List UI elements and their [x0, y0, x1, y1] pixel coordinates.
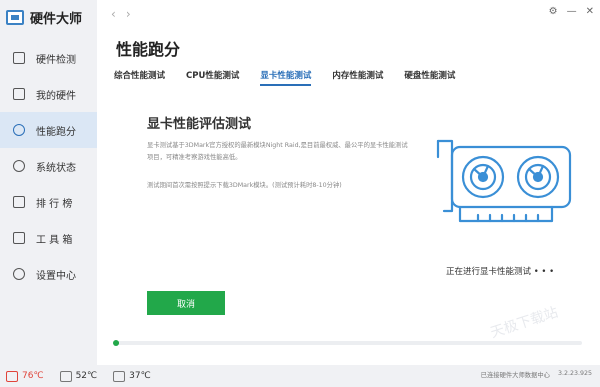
cpu-temperature: 76℃: [6, 370, 44, 382]
sidebar-item-label: 性能跑分: [36, 126, 76, 138]
history-nav: ‹ ›: [111, 7, 131, 21]
gpu-temperature: 52℃: [59, 370, 98, 382]
disk-temperature: 37℃: [113, 370, 151, 382]
minimize-icon[interactable]: —: [567, 6, 577, 17]
graphics-card-illustration: [436, 139, 572, 223]
tab-cpu[interactable]: CPU性能测试: [186, 69, 239, 86]
test-progress-bar: [113, 340, 582, 346]
card-icon: [13, 88, 25, 100]
forward-arrow-icon[interactable]: ›: [126, 7, 131, 21]
ranking-icon: [13, 196, 25, 208]
sidebar: 硬件大师 硬件检测 我的硬件 性能跑分 系统状态 排 行 榜 工 具 箱 设置中…: [0, 0, 97, 365]
app-logo-icon: [6, 10, 24, 25]
settings-icon[interactable]: ⚙: [549, 6, 558, 17]
sidebar-item-my-hardware[interactable]: 我的硬件: [0, 76, 97, 112]
tab-disk[interactable]: 硬盘性能测试: [404, 69, 455, 86]
version-label: 3.2.23.925: [557, 370, 592, 377]
cpu-temp-icon: [6, 370, 18, 382]
watermark: 天极下载站: [488, 304, 561, 342]
test-note: 测试期间首次需按照提示下载3DMark模块。(测试预计耗时8-10分钟): [147, 182, 342, 189]
sidebar-item-label: 工 具 箱: [36, 234, 73, 246]
app-title: 硬件大师: [30, 12, 83, 27]
test-title: 显卡性能评估测试: [147, 117, 252, 132]
page-title: 性能跑分: [116, 40, 181, 59]
sidebar-item-label: 我的硬件: [36, 90, 76, 102]
sidebar-item-benchmark[interactable]: 性能跑分: [0, 112, 97, 148]
progress-indicator: [113, 340, 119, 346]
disk-temp-value: 37℃: [129, 371, 151, 381]
window-controls: ⚙ — ✕: [549, 6, 594, 17]
connection-status: 已连接硬件大师数据中心: [480, 372, 550, 379]
footer-info: 已连接硬件大师数据中心 3.2.23.925: [481, 370, 592, 379]
toolbox-icon: [13, 232, 25, 244]
sidebar-item-hardware-detect[interactable]: 硬件检测: [0, 40, 97, 76]
disk-temp-icon: [113, 370, 126, 382]
benchmark-tabs: 综合性能测试 CPU性能测试 显卡性能测试 内存性能测试 硬盘性能测试: [114, 69, 476, 86]
tab-overall[interactable]: 综合性能测试: [114, 69, 165, 86]
sidebar-item-label: 硬件检测: [36, 54, 76, 66]
status-bar: 76℃ 52℃ 37℃ 已连接硬件大师数据中心 3.2.23.925: [0, 365, 600, 387]
test-status: 正在进行显卡性能测试 • • •: [446, 267, 555, 277]
app-logo: 硬件大师: [6, 8, 82, 27]
sidebar-item-system-status[interactable]: 系统状态: [0, 148, 97, 184]
sidebar-item-settings[interactable]: 设置中心: [0, 256, 97, 292]
gpu-temp-value: 52℃: [75, 371, 98, 381]
sidebar-item-toolbox[interactable]: 工 具 箱: [0, 220, 97, 256]
cpu-temp-value: 76℃: [22, 371, 44, 381]
gauge-icon: [13, 124, 25, 136]
gear-icon: [13, 268, 25, 280]
cancel-button[interactable]: 取消: [147, 291, 225, 315]
sidebar-item-label: 设置中心: [36, 270, 76, 282]
close-icon[interactable]: ✕: [586, 6, 594, 17]
tab-gpu[interactable]: 显卡性能测试: [260, 69, 312, 86]
sidebar-item-label: 排 行 榜: [36, 198, 73, 210]
sidebar-nav: 硬件检测 我的硬件 性能跑分 系统状态 排 行 榜 工 具 箱 设置中心: [0, 40, 97, 292]
test-description: 显卡测试基于3DMark官方授权的最新模块Night Raid,是目前最权威、最…: [147, 142, 408, 161]
gpu-temp-icon: [59, 370, 72, 382]
eye-icon: [13, 160, 25, 172]
sidebar-item-label: 系统状态: [36, 162, 76, 174]
main-panel: ‹ › ⚙ — ✕ 性能跑分 综合性能测试 CPU性能测试 显卡性能测试 内存性…: [97, 0, 600, 365]
tab-memory[interactable]: 内存性能测试: [332, 69, 383, 86]
monitor-icon: [13, 52, 25, 64]
sidebar-item-ranking[interactable]: 排 行 榜: [0, 184, 97, 220]
back-arrow-icon[interactable]: ‹: [111, 7, 116, 21]
